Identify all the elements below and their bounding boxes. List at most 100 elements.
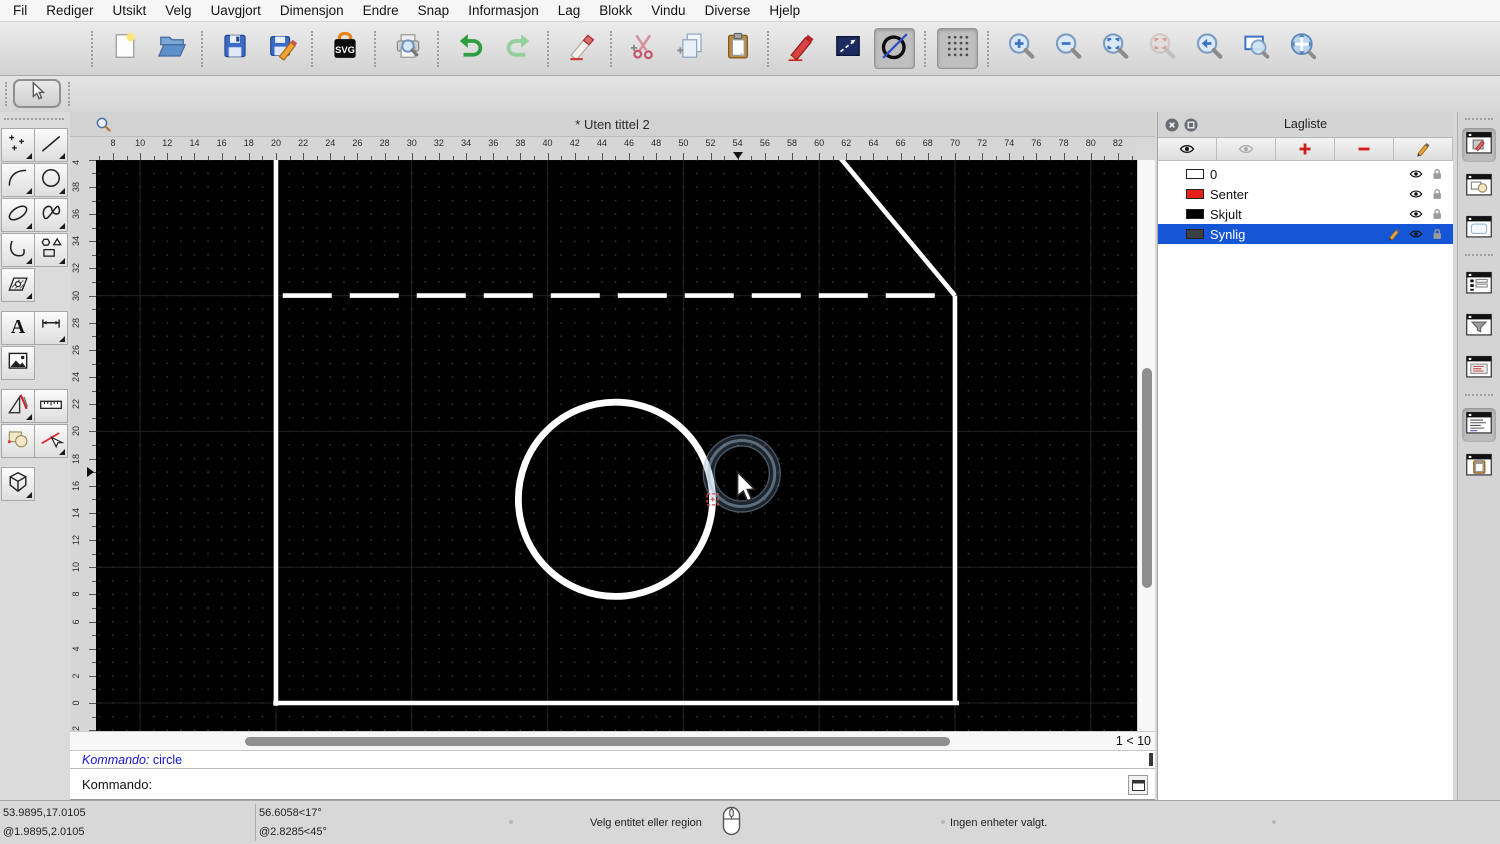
command-input[interactable] (155, 774, 1121, 795)
layer-row-senter[interactable]: Senter (1158, 184, 1453, 204)
command-history-label: Kommando: (82, 753, 150, 767)
hide-all-layers-button[interactable] (1217, 138, 1276, 161)
palette-drag-handle (4, 118, 64, 120)
redo-button[interactable] (497, 28, 538, 69)
menu-diverse[interactable]: Diverse (705, 3, 751, 18)
delete-button[interactable] (560, 28, 601, 69)
menu-blokk[interactable]: Blokk (599, 3, 632, 18)
circle-line-tool-button[interactable] (874, 28, 915, 69)
measure-tool-button[interactable] (34, 389, 68, 423)
circle-tool-button[interactable] (34, 163, 68, 197)
ellipse-tool-button[interactable] (1, 198, 35, 232)
menu-snap[interactable]: Snap (418, 3, 450, 18)
layer-visibility-icon[interactable] (1409, 207, 1423, 224)
save-as-button[interactable] (261, 28, 302, 69)
menu-rediger[interactable]: Rediger (46, 3, 93, 18)
new-file-button[interactable] (104, 28, 145, 69)
library-browser-panel-toggle[interactable] (1462, 212, 1496, 246)
solid-tool-button[interactable] (1, 467, 35, 501)
filter-panel-toggle[interactable] (1462, 310, 1496, 344)
layer-lock-icon[interactable] (1430, 187, 1444, 204)
layer-name: 0 (1210, 166, 1218, 182)
command-options-panel-toggle[interactable] (1462, 352, 1496, 386)
layer-visibility-icon[interactable] (1409, 187, 1423, 204)
layer-visibility-icon[interactable] (1409, 167, 1423, 184)
ruler-label: 28 (71, 317, 81, 328)
layer-lock-icon[interactable] (1430, 227, 1444, 244)
show-all-layers-button[interactable] (1158, 138, 1217, 161)
block-list-panel-toggle[interactable] (1462, 170, 1496, 204)
command-window-button[interactable] (1128, 775, 1148, 795)
menu-hjelp[interactable]: Hjelp (769, 3, 800, 18)
dimension-tool-button[interactable] (34, 311, 68, 345)
horizontal-scrollbar[interactable]: 1 < 10 (70, 731, 1155, 750)
drawing-surface[interactable] (96, 160, 1137, 731)
menu-velg[interactable]: Velg (165, 3, 191, 18)
shapes-tool-button[interactable] (34, 233, 68, 267)
ruler-cursor-marker (732, 152, 743, 159)
add-layer-button[interactable] (1276, 138, 1335, 161)
copy-button[interactable] (670, 28, 711, 69)
edit-layer-icon[interactable] (1387, 227, 1401, 244)
modify-tool-button[interactable] (34, 424, 68, 458)
menu-utsikt[interactable]: Utsikt (113, 3, 147, 18)
edit-layer-button[interactable] (1394, 138, 1453, 161)
polyline-tool-button[interactable] (1, 233, 35, 267)
line-tool-button[interactable] (34, 128, 68, 162)
menu-endre[interactable]: Endre (363, 3, 399, 18)
layer-row-skjult[interactable]: Skjult (1158, 204, 1453, 224)
hatch-tool-button[interactable] (1, 268, 35, 302)
layer-row-0[interactable]: 0 (1158, 164, 1453, 184)
layer-visibility-icon[interactable] (1409, 227, 1423, 244)
zoom-auto-button[interactable] (1094, 28, 1135, 69)
svg-export-button[interactable]: SVG (324, 28, 365, 69)
drawing-canvas[interactable] (96, 160, 1137, 731)
clipboard-panel-toggle[interactable] (1462, 450, 1496, 484)
paste-button[interactable] (717, 28, 758, 69)
ruler-label: 34 (71, 236, 81, 247)
ruler-label: 76 (1031, 138, 1042, 148)
zoom-window-button[interactable] (1235, 28, 1276, 69)
vertical-scrollbar[interactable] (1137, 160, 1155, 731)
open-file-button[interactable] (151, 28, 192, 69)
layer-lock-icon[interactable] (1430, 167, 1444, 184)
vertical-scrollbar-thumb[interactable] (1142, 368, 1152, 588)
history-scrollbar[interactable] (1149, 753, 1153, 766)
zoom-pan-button[interactable] (1282, 28, 1323, 69)
cut-button[interactable] (623, 28, 664, 69)
menu-uavgjort[interactable]: Uavgjort (211, 3, 261, 18)
layer-lock-icon[interactable] (1430, 207, 1444, 224)
toolbar-separator (610, 30, 614, 67)
command-line-panel-toggle[interactable] (1462, 408, 1496, 442)
palette-row (1, 233, 68, 267)
cad-tools-tool-button[interactable] (1, 389, 35, 423)
attributes-button[interactable] (827, 28, 868, 69)
ruler-label: 24 (325, 138, 336, 148)
draw-pencil-button[interactable] (780, 28, 821, 69)
print-preview-button[interactable] (387, 28, 428, 69)
image-tool-button[interactable] (1, 346, 35, 380)
ruler-label: 46 (624, 138, 635, 148)
layer-row-synlig[interactable]: Synlig (1158, 224, 1453, 244)
arc-tool-button[interactable] (1, 163, 35, 197)
zoom-previous-button[interactable] (1188, 28, 1229, 69)
text-tool-button[interactable]: A (1, 311, 35, 345)
grid-toggle-button[interactable] (937, 28, 978, 69)
menu-lag[interactable]: Lag (558, 3, 581, 18)
menu-fil[interactable]: Fil (13, 3, 27, 18)
menu-vindu[interactable]: Vindu (651, 3, 685, 18)
selection-tool-button[interactable] (13, 79, 61, 108)
remove-layer-button[interactable] (1335, 138, 1394, 161)
horizontal-scrollbar-thumb[interactable] (245, 737, 950, 746)
points-tool-button[interactable] (1, 128, 35, 162)
selection-list-panel-toggle[interactable] (1462, 268, 1496, 302)
zoom-in-button[interactable] (1000, 28, 1041, 69)
menu-informasjon[interactable]: Informasjon (468, 3, 539, 18)
zoom-out-button[interactable] (1047, 28, 1088, 69)
save-button[interactable] (214, 28, 255, 69)
undo-button[interactable] (450, 28, 491, 69)
spline-tool-button[interactable] (34, 198, 68, 232)
property-editor-panel-toggle[interactable] (1462, 128, 1496, 162)
block-tool-button[interactable] (1, 424, 35, 458)
menu-dimensjon[interactable]: Dimensjon (280, 3, 344, 18)
